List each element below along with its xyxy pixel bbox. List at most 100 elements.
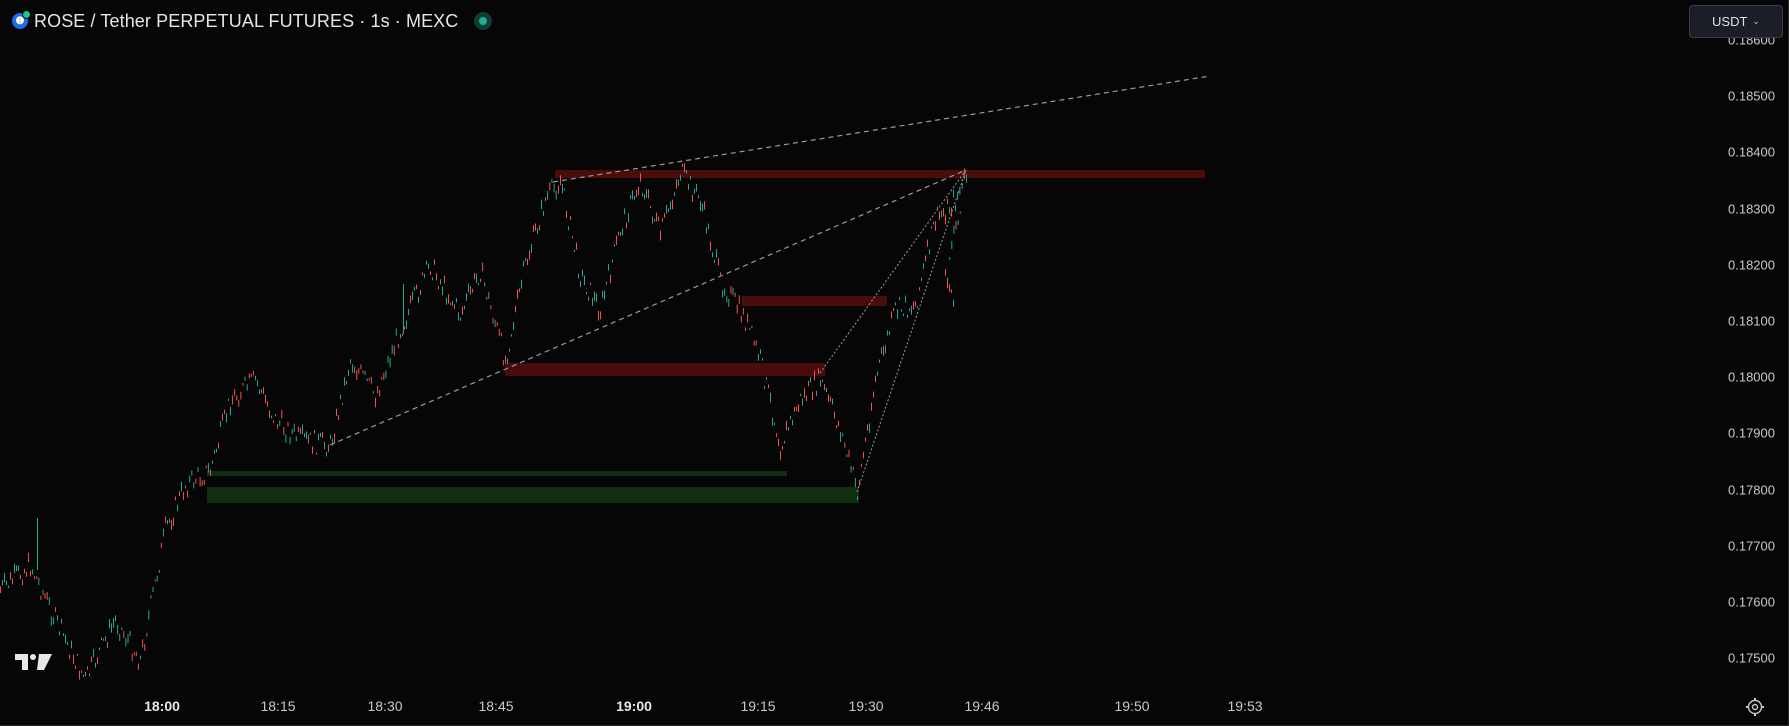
- candle: [480, 278, 481, 283]
- candle: [169, 518, 170, 523]
- symbol-header[interactable]: ❶ ROSE / Tether PERPETUAL FUTURES · 1s ·…: [12, 8, 493, 34]
- candle: [712, 252, 713, 258]
- price-chart[interactable]: [0, 0, 1710, 690]
- candle: [267, 401, 268, 407]
- candle: [85, 671, 86, 677]
- candlestick-series: [0, 163, 967, 680]
- candle: [842, 433, 844, 437]
- time-tick-label: 19:30: [848, 698, 884, 714]
- candle: [931, 226, 932, 229]
- candle: [40, 595, 42, 601]
- candle: [698, 195, 699, 199]
- candle: [826, 387, 827, 392]
- candle: [947, 277, 949, 282]
- candle: [160, 543, 162, 549]
- upper-trendline[interactable]: [552, 75, 1211, 183]
- candle: [959, 186, 961, 195]
- time-axis[interactable]: 18:00 18:15 18:30 18:45 19:00 19:15 19:30 19:46…: [0, 690, 1710, 724]
- lower-trendline[interactable]: [329, 169, 967, 446]
- tradingview-logo-icon[interactable]: [15, 652, 53, 672]
- wedge-line-upper[interactable]: [819, 169, 967, 374]
- candle: [511, 334, 512, 337]
- candle: [624, 208, 625, 215]
- candle: [214, 449, 215, 454]
- candle: [113, 618, 114, 628]
- candle: [734, 292, 736, 297]
- wedge-line-lower[interactable]: [856, 169, 967, 493]
- candle: [935, 221, 936, 231]
- candle: [646, 189, 647, 198]
- currency-selector-button[interactable]: USDT ⌄: [1689, 5, 1783, 38]
- supply-zone-mid[interactable]: [742, 296, 887, 306]
- candle: [302, 424, 303, 435]
- candle: [863, 451, 864, 459]
- candle: [360, 364, 362, 370]
- symbol-title[interactable]: ROSE / Tether PERPETUAL FUTURES · 1s · M…: [34, 11, 458, 32]
- candle: [606, 281, 607, 285]
- candle: [562, 183, 563, 194]
- candle: [688, 183, 689, 190]
- candle: [762, 358, 763, 361]
- candle: [158, 569, 160, 573]
- candle: [722, 290, 724, 298]
- candle: [61, 618, 62, 624]
- candle: [945, 214, 946, 225]
- time-tick-label: 19:00: [616, 698, 652, 714]
- candle: [590, 282, 591, 285]
- candle: [726, 296, 728, 303]
- candle: [517, 289, 518, 299]
- candle: [368, 377, 370, 381]
- supply-zone-top[interactable]: [555, 170, 1205, 178]
- supply-zone-low[interactable]: [505, 363, 825, 376]
- candle: [728, 298, 730, 307]
- candle: [505, 355, 506, 364]
- candle: [183, 492, 184, 500]
- price-tick-label: 0.18200: [1728, 257, 1775, 273]
- candle: [148, 610, 150, 620]
- candle: [529, 250, 530, 260]
- candle: [73, 655, 74, 664]
- live-status-dot[interactable]: [474, 12, 493, 30]
- price-axis[interactable]: 0.18600 0.18500 0.18400 0.18300 0.18200 0.181…: [1710, 0, 1789, 690]
- candle: [883, 345, 884, 356]
- candle: [446, 297, 447, 305]
- candle: [75, 665, 76, 669]
- candle: [572, 236, 573, 239]
- candle: [6, 580, 7, 586]
- candle: [0, 586, 1, 593]
- candle: [259, 389, 260, 395]
- candle: [602, 290, 603, 298]
- candle: [523, 261, 524, 267]
- demand-zone-thin[interactable]: [207, 471, 787, 476]
- gear-icon[interactable]: [1744, 696, 1766, 718]
- price-tick-label: 0.17500: [1728, 650, 1775, 666]
- demand-zone-main[interactable]: [207, 487, 859, 503]
- candle: [432, 277, 433, 281]
- candle: [660, 230, 661, 241]
- time-tick-label: 18:00: [144, 698, 180, 714]
- candle: [774, 422, 775, 425]
- candle: [273, 420, 274, 423]
- candle: [212, 460, 213, 464]
- candle: [755, 340, 757, 346]
- candle: [672, 199, 673, 210]
- candle: [240, 391, 242, 400]
- candle: [939, 211, 940, 220]
- price-tick-label: 0.18100: [1728, 313, 1775, 329]
- chart-pane[interactable]: ❶ ROSE / Tether PERPETUAL FUTURES · 1s ·…: [0, 0, 1710, 690]
- candle: [332, 438, 333, 446]
- candle: [440, 279, 441, 285]
- candle: [881, 347, 882, 354]
- candle: [648, 189, 649, 199]
- candle: [537, 228, 538, 235]
- candle: [348, 369, 349, 377]
- candle: [630, 195, 631, 200]
- candle: [604, 290, 605, 300]
- candle: [142, 639, 144, 648]
- candle: [626, 222, 627, 229]
- candle: [67, 641, 68, 645]
- candle: [400, 334, 401, 339]
- candle: [570, 216, 571, 220]
- candle: [426, 260, 427, 265]
- time-tick-label: 18:30: [367, 698, 403, 714]
